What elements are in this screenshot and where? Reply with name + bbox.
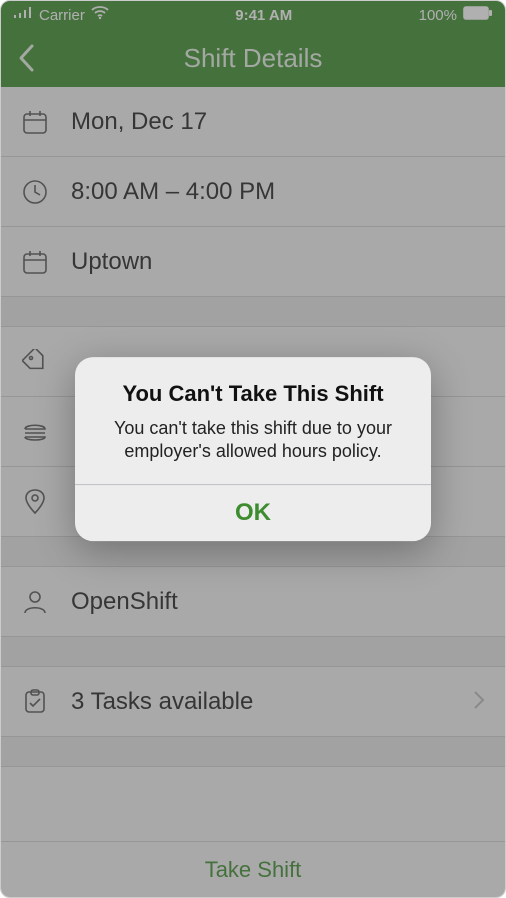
alert-body: You Can't Take This Shift You can't take… xyxy=(75,357,431,484)
alert-title: You Can't Take This Shift xyxy=(95,381,411,407)
app-screen: Carrier 9:41 AM 100% Shift Details Mon, … xyxy=(0,0,506,898)
alert-ok-label: OK xyxy=(235,499,271,527)
alert-ok-button[interactable]: OK xyxy=(75,485,431,541)
alert-dialog: You Can't Take This Shift You can't take… xyxy=(75,357,431,541)
alert-message: You can't take this shift due to your em… xyxy=(95,417,411,464)
